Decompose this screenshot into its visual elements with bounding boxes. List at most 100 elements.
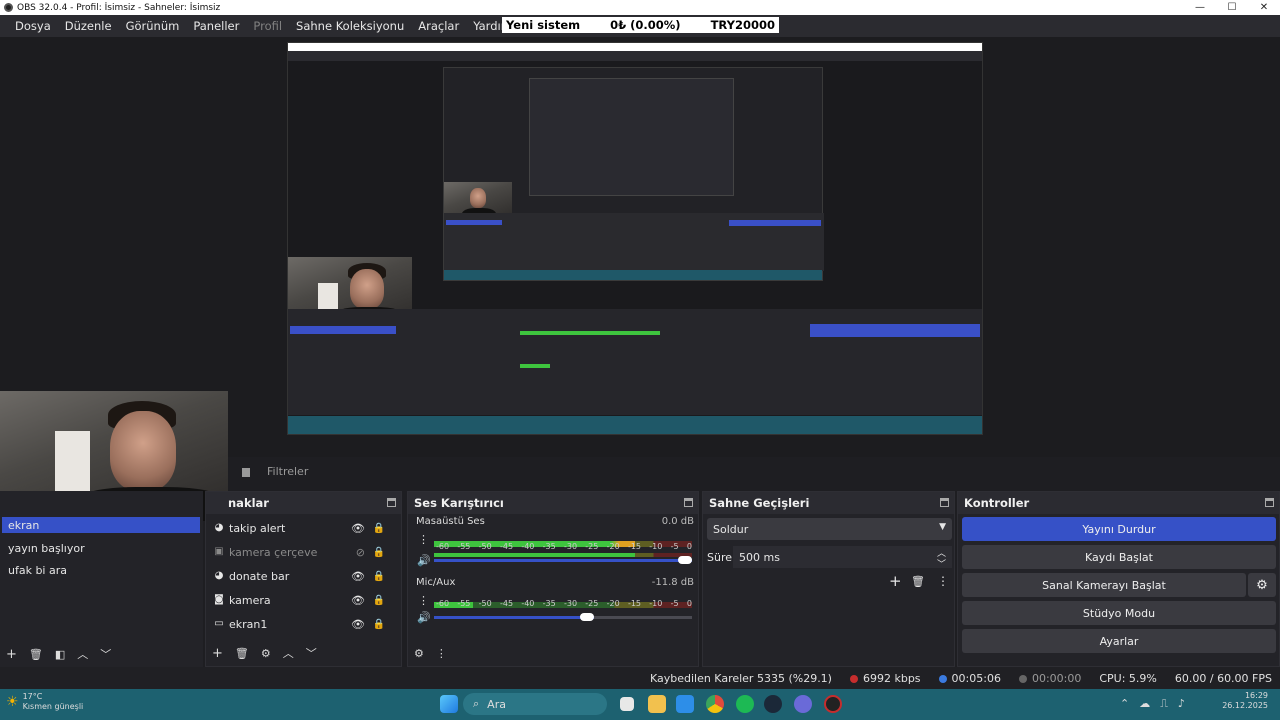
browser-icon: ◕ — [214, 522, 224, 533]
weather-desc: Kısmen güneşli — [22, 702, 84, 711]
menu-sahne-koleksiyonu[interactable]: Sahne Koleksiyonu — [289, 19, 411, 33]
menu-araclar[interactable]: Araçlar — [411, 19, 466, 33]
add-scene-button[interactable]: + — [6, 647, 17, 662]
windows-start-icon[interactable] — [440, 695, 458, 713]
scene-item[interactable]: ufak bi ara — [2, 559, 200, 581]
tick-label: -5 — [670, 599, 679, 608]
record-time: 00:00:00 — [1018, 672, 1081, 685]
mixer-ticks: -60 -55 -50 -45 -40 -35 -30 -25 -20 -15 -10 -5 0 — [436, 599, 692, 608]
studio-mode-button[interactable]: Stüdyo Modu — [962, 601, 1276, 625]
speaker-icon[interactable]: 🔊 — [417, 554, 431, 567]
controls-title: Kontroller — [958, 492, 1279, 514]
speaker-icon[interactable]: 🔊 — [417, 611, 431, 624]
volume-slider[interactable] — [434, 616, 692, 619]
channel-menu-icon[interactable]: ⋮ — [418, 533, 429, 546]
move-scene-down-button[interactable]: ﹀ — [100, 646, 111, 662]
ticker-name: Yeni sistem — [506, 18, 581, 32]
window-controls: — ☐ ✕ — [1184, 0, 1280, 15]
scene-filters-button[interactable]: ◧ — [55, 648, 65, 661]
lock-icon[interactable]: 🔒 — [373, 619, 385, 630]
advanced-audio-button[interactable]: ⚙ — [414, 647, 424, 660]
mixer-menu-button[interactable]: ⋮ — [436, 647, 447, 660]
visibility-eye-icon[interactable]: 👁 — [351, 570, 365, 583]
store-icon[interactable] — [676, 695, 694, 713]
volume-knob[interactable] — [678, 556, 692, 564]
move-source-up-button[interactable]: ︿ — [283, 645, 294, 661]
ticker-change: 0₺ (0.00%) — [610, 18, 681, 32]
transition-select[interactable]: Soldur ▼ — [707, 518, 952, 540]
start-recording-button[interactable]: Kaydı Başlat — [962, 545, 1276, 569]
remove-source-button[interactable]: 🗑 — [235, 647, 249, 660]
lock-icon[interactable]: 🔒 — [373, 571, 385, 582]
close-button[interactable]: ✕ — [1248, 0, 1280, 15]
dock-float-icon[interactable] — [1265, 498, 1274, 507]
volume-knob[interactable] — [579, 613, 594, 621]
filters-tab[interactable]: Filtreler — [242, 465, 308, 478]
remove-transition-button[interactable]: 🗑 — [911, 575, 925, 588]
add-source-button[interactable]: + — [212, 646, 223, 661]
source-properties-button[interactable]: ⚙ — [261, 647, 271, 660]
system-tray: ⌃☁⎍♪ — [1120, 697, 1195, 710]
virtual-camera-settings-button[interactable]: ⚙ — [1248, 573, 1276, 597]
tick-label: 0 — [686, 542, 692, 551]
move-scene-up-button[interactable]: ︿ — [77, 646, 88, 662]
weather-sun-icon: ☀ — [6, 694, 19, 710]
transition-menu-button[interactable]: ⋮ — [937, 574, 949, 588]
visibility-eye-icon[interactable]: 👁 — [351, 618, 365, 631]
app-icon[interactable] — [794, 695, 812, 713]
steam-icon[interactable] — [764, 695, 782, 713]
source-item[interactable]: ◙ kamera 👁 🔒 — [206, 588, 401, 612]
volume-fill — [434, 616, 594, 619]
move-source-down-button[interactable]: ﹀ — [306, 645, 317, 661]
menu-duzenle[interactable]: Düzenle — [58, 19, 119, 33]
chrome-icon[interactable] — [706, 695, 724, 713]
visibility-eye-icon[interactable]: 👁 — [351, 522, 365, 535]
lock-icon[interactable]: 🔒 — [373, 547, 385, 558]
stop-streaming-button[interactable]: Yayını Durdur — [962, 517, 1276, 541]
scene-item[interactable]: yayın başlıyor — [2, 537, 200, 559]
window-title: OBS 32.0.4 - Profil: İsimsiz - Sahneler:… — [17, 2, 221, 13]
source-item[interactable]: ◕ donate bar 👁 🔒 — [206, 564, 401, 588]
tick-label: -25 — [585, 599, 599, 608]
obs-taskbar-icon[interactable] — [824, 695, 842, 713]
taskbar-search[interactable]: ⌕ Ara — [463, 693, 607, 715]
program-preview[interactable] — [287, 42, 983, 435]
visibility-hidden-icon[interactable]: ⊘ — [356, 546, 365, 559]
dock-float-icon[interactable] — [684, 498, 693, 507]
spin-down-icon[interactable]: ﹀ — [937, 557, 946, 570]
scene-item[interactable]: ekran — [2, 517, 200, 533]
visibility-eye-icon[interactable]: 👁 — [351, 594, 365, 607]
scene-transitions-panel: Sahne Geçişleri Soldur ▼ Süre 500 ms ︿ ﹀… — [702, 491, 955, 667]
duration-spinbox[interactable]: 500 ms ︿ ﹀ — [733, 546, 952, 570]
level-meter-track-2 — [434, 553, 692, 557]
dock-float-icon[interactable] — [387, 498, 396, 507]
lock-icon[interactable]: 🔒 — [373, 595, 385, 606]
dock-float-icon[interactable] — [940, 498, 949, 507]
minimize-button[interactable]: — — [1184, 0, 1216, 15]
weather-temp: 17°C — [22, 692, 43, 701]
channel-menu-icon[interactable]: ⋮ — [418, 594, 429, 607]
tick-label: -35 — [542, 599, 556, 608]
settings-button[interactable]: Ayarlar — [962, 629, 1276, 653]
source-item[interactable]: ▭ ekran1 👁 🔒 — [206, 612, 401, 636]
volume-slider[interactable] — [434, 559, 692, 562]
source-item[interactable]: ◕ takip alert 👁 🔒 — [206, 516, 401, 540]
menu-gorunum[interactable]: Görünüm — [119, 19, 187, 33]
add-transition-button[interactable]: + — [889, 572, 902, 590]
menu-paneller[interactable]: Paneller — [186, 19, 246, 33]
task-view-icon[interactable] — [620, 697, 634, 711]
menu-dosya[interactable]: Dosya — [8, 19, 58, 33]
weather-widget[interactable]: ☀ 17°C Kısmen güneşli — [6, 692, 83, 712]
maximize-button[interactable]: ☐ — [1216, 0, 1248, 15]
start-virtual-camera-button[interactable]: Sanal Kamerayı Başlat — [962, 573, 1246, 597]
clock-date: 26.12.2025 — [1222, 701, 1268, 710]
lock-icon[interactable]: 🔒 — [373, 523, 385, 534]
tick-label: -20 — [606, 542, 620, 551]
file-explorer-icon[interactable] — [648, 695, 666, 713]
remove-scene-button[interactable]: 🗑 — [29, 648, 43, 661]
taskbar-clock[interactable]: 16:29 26.12.2025 — [1222, 691, 1268, 711]
spotify-icon[interactable] — [736, 695, 754, 713]
audio-mixer-panel: Ses Karıştırıcı Masaüstü Ses 0.0 dB ⋮ -6… — [407, 491, 699, 667]
tick-label: -50 — [478, 542, 492, 551]
source-item[interactable]: ▣ kamera çerçeve ⊘ 🔒 — [206, 540, 401, 564]
